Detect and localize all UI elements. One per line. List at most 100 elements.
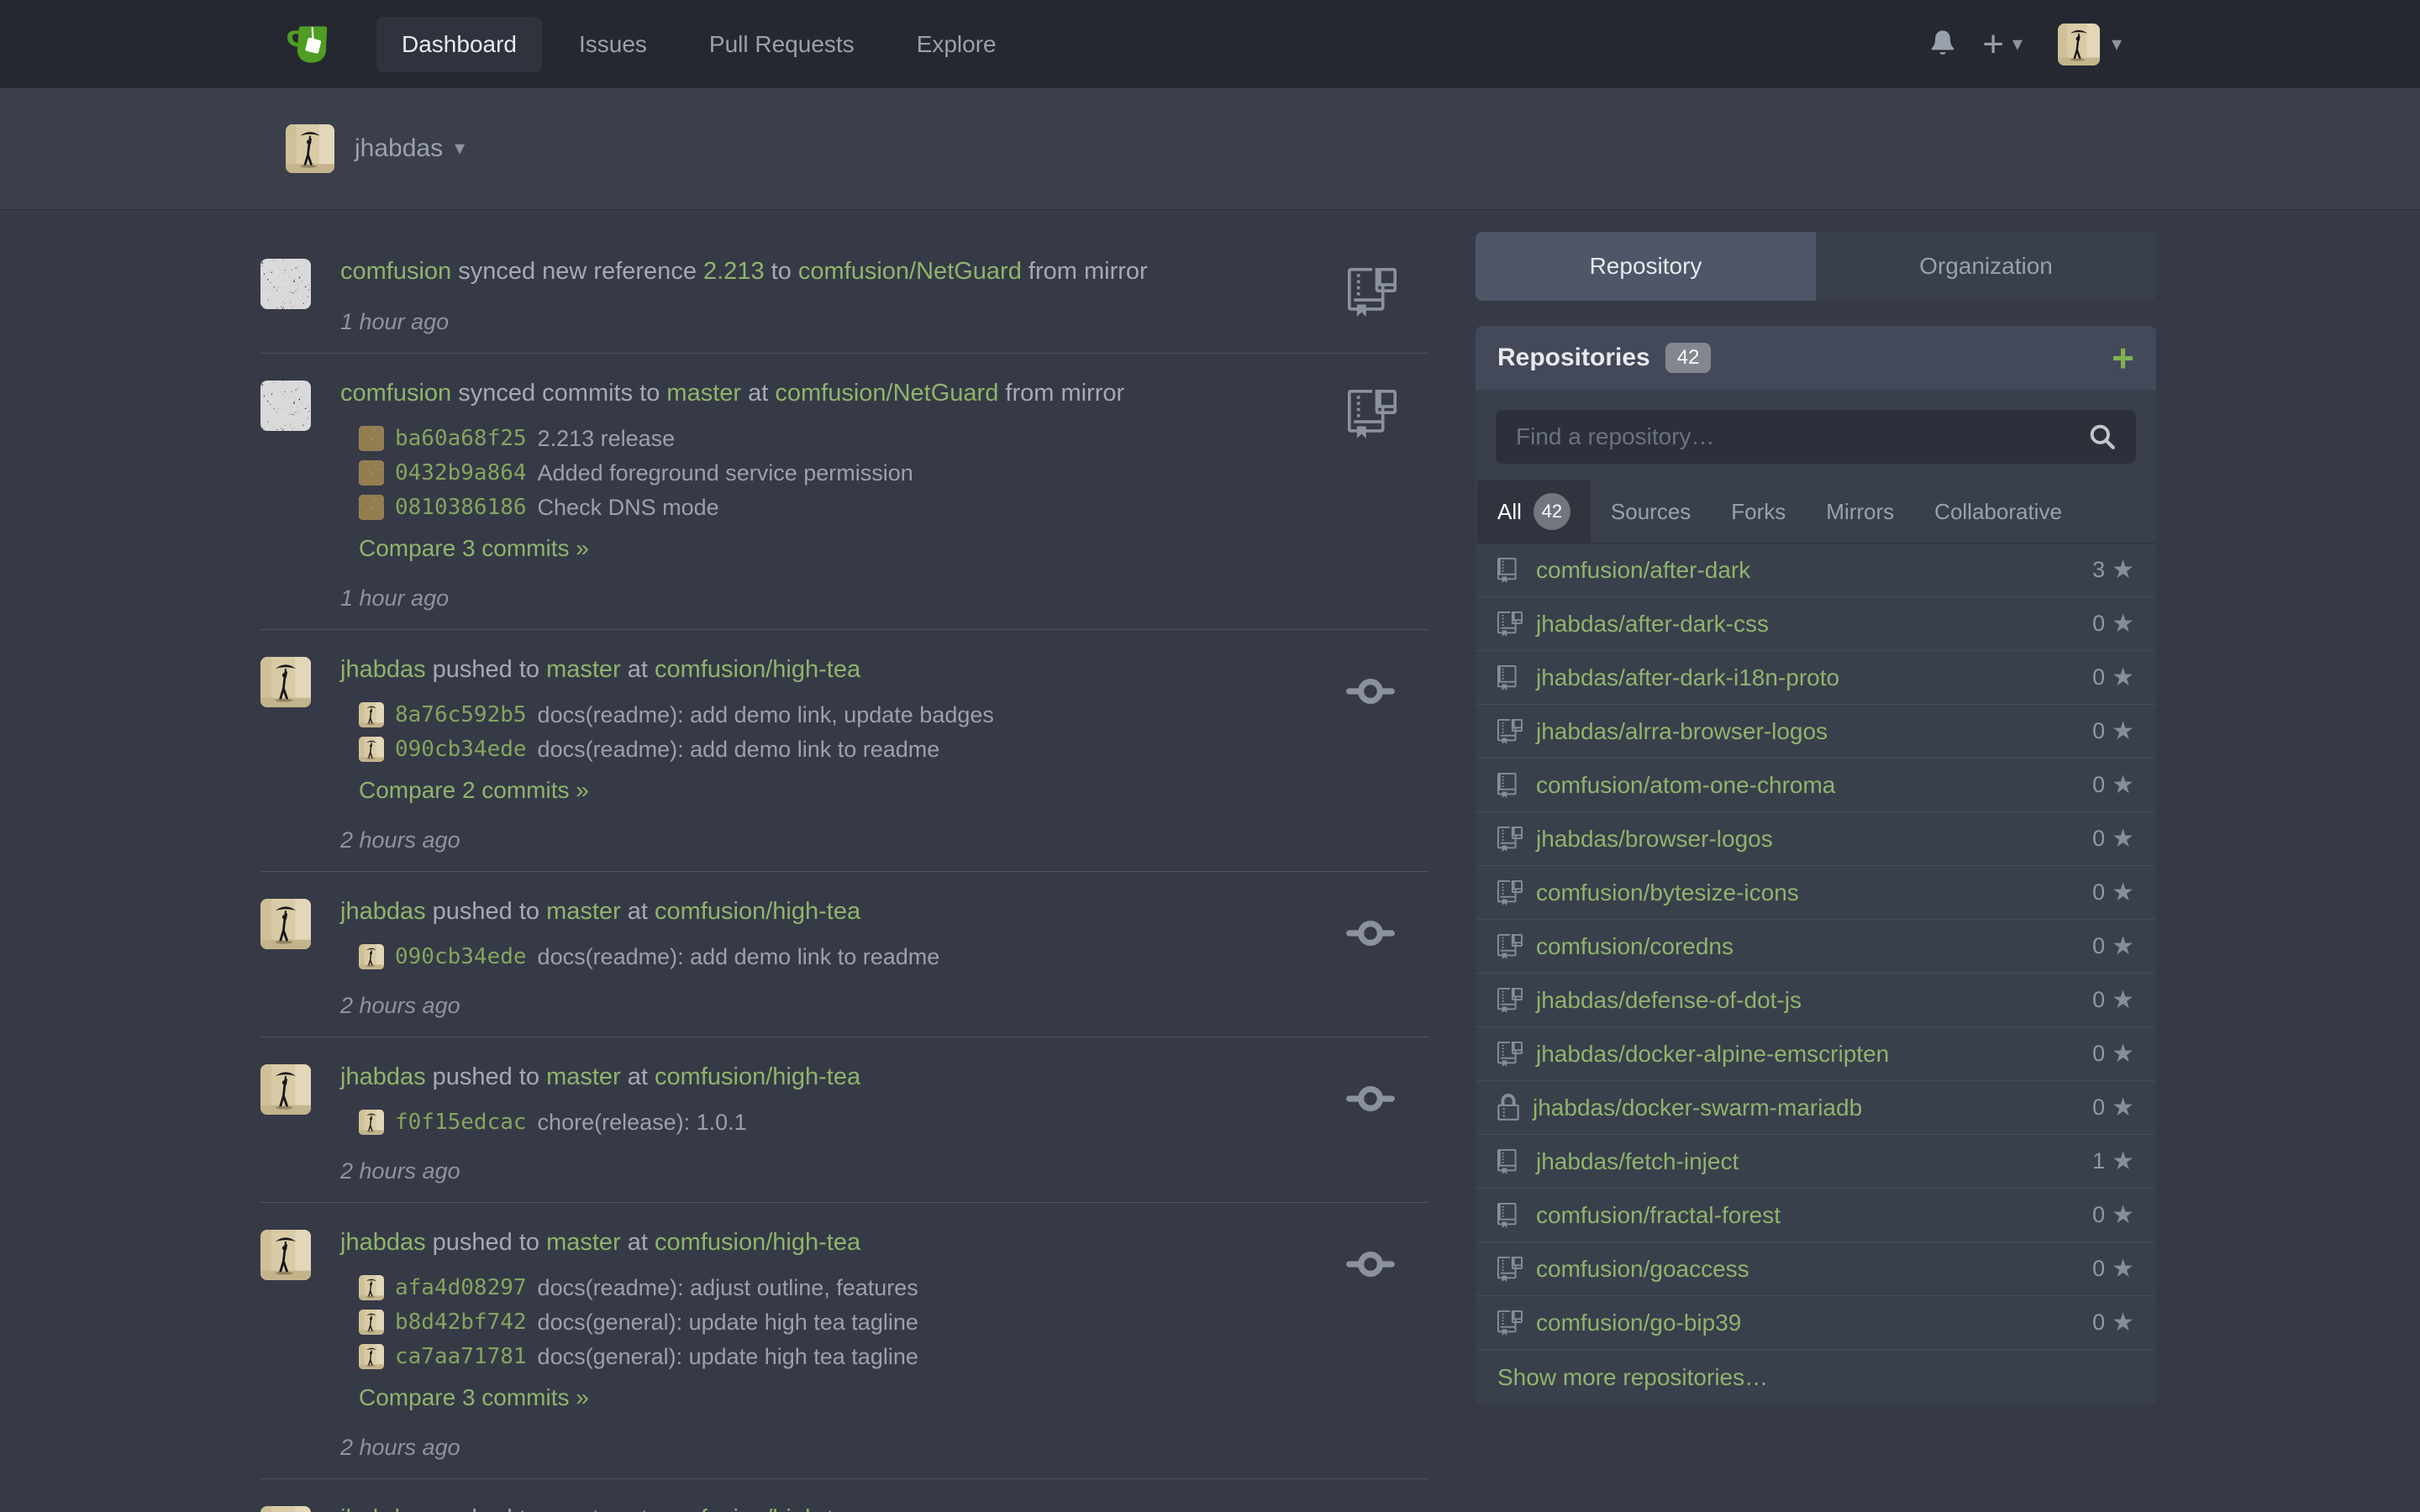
commit-hash-link[interactable]: f0f15edcac xyxy=(395,1110,527,1135)
repo-list-item[interactable]: comfusion/coredns 0 ★ xyxy=(1476,920,2156,974)
feed-link[interactable]: 2.213 xyxy=(703,258,765,285)
repo-list-item[interactable]: jhabdas/docker-swarm-mariadb 0 ★ xyxy=(1476,1081,2156,1135)
actor-avatar[interactable] xyxy=(260,899,311,949)
feed-text: from mirror xyxy=(998,380,1124,407)
repo-link[interactable]: jhabdas/fetch-inject xyxy=(1536,1148,1739,1175)
add-repository-button[interactable]: + xyxy=(2112,339,2134,377)
feed-link[interactable]: master xyxy=(546,656,621,683)
repo-link[interactable]: comfusion/fractal-forest xyxy=(1536,1202,1781,1229)
commit-hash-link[interactable]: afa4d08297 xyxy=(395,1275,527,1300)
commit-hash-link[interactable]: ba60a68f25 xyxy=(395,426,527,451)
repo-link[interactable]: comfusion/goaccess xyxy=(1536,1256,1749,1283)
repo-link[interactable]: comfusion/go-bip39 xyxy=(1536,1310,1741,1336)
commit-author-avatar xyxy=(359,737,384,762)
repo-list-item[interactable]: jhabdas/after-dark-css 0 ★ xyxy=(1476,597,2156,651)
repo-link[interactable]: comfusion/after-dark xyxy=(1536,557,1750,584)
actor-avatar[interactable] xyxy=(260,381,311,431)
actor-avatar[interactable] xyxy=(260,1064,311,1115)
repo-link[interactable]: comfusion/atom-one-chroma xyxy=(1536,772,1835,799)
repo-list-item[interactable]: comfusion/go-bip39 0 ★ xyxy=(1476,1296,2156,1350)
feed-item: jhabdas pushed to master at comfusion/hi… xyxy=(260,872,1428,1037)
feed-link[interactable]: comfusion/NetGuard xyxy=(798,258,1022,285)
filter-collaborative[interactable]: Collaborative xyxy=(1914,486,2082,538)
commit-hash-link[interactable]: b8d42bf742 xyxy=(395,1310,527,1335)
context-switcher[interactable]: jhabdas ▾ xyxy=(355,134,465,163)
notifications-bell-icon[interactable] xyxy=(1928,29,1957,60)
repo-list-item[interactable]: comfusion/atom-one-chroma 0 ★ xyxy=(1476,759,2156,812)
compare-commits-link[interactable]: Compare 2 commits » xyxy=(359,777,589,804)
repo-list-item[interactable]: jhabdas/browser-logos 0 ★ xyxy=(1476,812,2156,866)
feed-link[interactable]: comfusion/high-tea xyxy=(655,898,860,925)
actor-avatar[interactable] xyxy=(260,657,311,707)
repo-list-item[interactable]: comfusion/goaccess 0 ★ xyxy=(1476,1242,2156,1296)
repo-list-item[interactable]: jhabdas/defense-of-dot-js 0 ★ xyxy=(1476,974,2156,1027)
tab-repository[interactable]: Repository xyxy=(1476,232,1816,301)
filter-sources[interactable]: Sources xyxy=(1591,486,1711,538)
commit-hash-link[interactable]: ca7aa71781 xyxy=(395,1344,527,1369)
feed-link[interactable]: master xyxy=(546,1063,621,1090)
repo-list-item[interactable]: jhabdas/after-dark-i18n-proto 0 ★ xyxy=(1476,651,2156,705)
feed-link[interactable]: comfusion xyxy=(340,380,451,407)
feed-link[interactable]: jhabdas xyxy=(340,1063,426,1090)
repo-star-count: 0 ★ xyxy=(2092,1039,2134,1068)
create-new-button[interactable]: + ▾ xyxy=(1982,26,2023,63)
feed-link[interactable]: comfusion xyxy=(340,258,451,285)
gitea-logo-icon[interactable] xyxy=(286,22,334,67)
repo-link[interactable]: jhabdas/after-dark-i18n-proto xyxy=(1536,664,1839,691)
feed-link[interactable]: comfusion/high-tea xyxy=(655,1229,860,1256)
feed-link[interactable]: jhabdas xyxy=(340,898,426,925)
nav-item-explore[interactable]: Explore xyxy=(892,17,1022,72)
actor-avatar[interactable] xyxy=(260,1230,311,1280)
feed-link[interactable]: jhabdas xyxy=(340,1505,426,1512)
repo-star-count: 0 ★ xyxy=(2092,932,2134,961)
filter-all[interactable]: All 42 xyxy=(1477,480,1591,543)
feed-link[interactable]: comfusion/NetGuard xyxy=(775,380,998,407)
repo-link[interactable]: jhabdas/docker-alpine-emscripten xyxy=(1536,1041,1889,1068)
repo-link[interactable]: jhabdas/alrra-browser-logos xyxy=(1536,718,1828,745)
show-more-repositories-link[interactable]: Show more repositories… xyxy=(1476,1350,2156,1405)
compare-commits-link[interactable]: Compare 3 commits » xyxy=(359,1384,589,1411)
compare-commits-link[interactable]: Compare 3 commits » xyxy=(359,535,589,562)
commit-hash-link[interactable]: 090cb34ede xyxy=(395,737,527,762)
feed-link[interactable]: jhabdas xyxy=(340,1229,426,1256)
feed-text: pushed to xyxy=(426,1063,547,1090)
filter-forks[interactable]: Forks xyxy=(1711,486,1806,538)
feed-link[interactable]: comfusion/high-tea xyxy=(655,656,860,683)
repo-list-item[interactable]: jhabdas/alrra-browser-logos 0 ★ xyxy=(1476,705,2156,759)
feed-text: pushed to xyxy=(426,898,547,925)
repo-search-input[interactable] xyxy=(1496,410,2136,464)
nav-item-dashboard[interactable]: Dashboard xyxy=(376,17,542,72)
nav-item-pull-requests[interactable]: Pull Requests xyxy=(684,17,880,72)
repo-link[interactable]: jhabdas/docker-swarm-mariadb xyxy=(1533,1095,1862,1121)
feed-link[interactable]: master xyxy=(666,380,741,407)
actor-avatar[interactable] xyxy=(260,1506,311,1512)
repo-list-item[interactable]: jhabdas/docker-alpine-emscripten 0 ★ xyxy=(1476,1027,2156,1081)
context-user-avatar[interactable] xyxy=(286,124,334,173)
repo-link[interactable]: comfusion/bytesize-icons xyxy=(1536,879,1799,906)
repo-link[interactable]: jhabdas/defense-of-dot-js xyxy=(1536,987,1802,1014)
commit-hash-link[interactable]: 0810386186 xyxy=(395,495,527,520)
feed-link[interactable]: comfusion/high-tea xyxy=(655,1505,860,1512)
tab-organization[interactable]: Organization xyxy=(1816,232,2156,301)
repo-list-item[interactable]: jhabdas/fetch-inject 1 ★ xyxy=(1476,1135,2156,1189)
repo-list-item[interactable]: comfusion/fractal-forest 0 ★ xyxy=(1476,1189,2156,1242)
feed-link[interactable]: comfusion/high-tea xyxy=(655,1063,860,1090)
feed-link[interactable]: master xyxy=(546,898,621,925)
commit-row: ca7aa71781 docs(general): update high te… xyxy=(359,1344,1302,1369)
nav-item-issues[interactable]: Issues xyxy=(554,17,672,72)
commit-hash-link[interactable]: 8a76c592b5 xyxy=(395,702,527,727)
mirror-icon xyxy=(1348,265,1397,319)
repo-list-item[interactable]: comfusion/bytesize-icons 0 ★ xyxy=(1476,866,2156,920)
repo-list-item[interactable]: comfusion/after-dark 3 ★ xyxy=(1476,543,2156,597)
feed-link[interactable]: jhabdas xyxy=(340,656,426,683)
commit-hash-link[interactable]: 0432b9a864 xyxy=(395,460,527,486)
repo-link[interactable]: jhabdas/browser-logos xyxy=(1536,826,1773,853)
actor-avatar[interactable] xyxy=(260,259,311,309)
repo-link[interactable]: jhabdas/after-dark-css xyxy=(1536,611,1769,638)
repo-link[interactable]: comfusion/coredns xyxy=(1536,933,1733,960)
filter-mirrors[interactable]: Mirrors xyxy=(1806,486,1914,538)
user-menu-button[interactable]: ▾ xyxy=(2058,24,2122,66)
commit-hash-link[interactable]: 090cb34ede xyxy=(395,944,527,969)
feed-link[interactable]: master xyxy=(546,1229,621,1256)
feed-link[interactable]: master xyxy=(546,1505,621,1512)
